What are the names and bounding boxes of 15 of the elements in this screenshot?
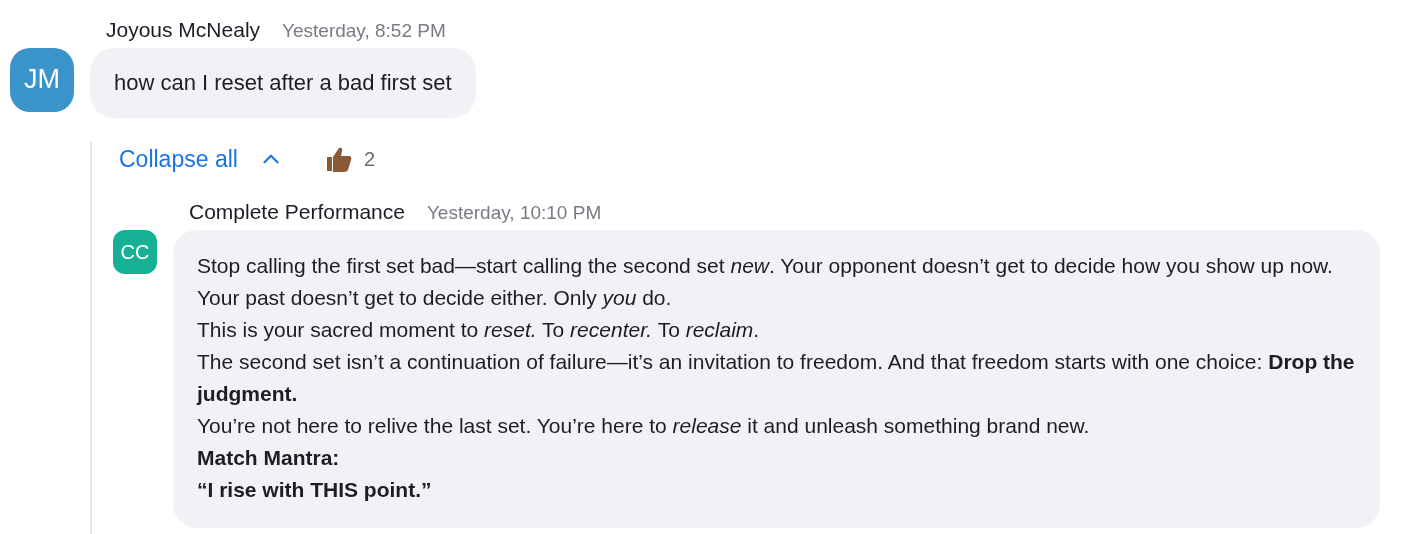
author-name: Joyous McNealy xyxy=(106,17,261,43)
reply-paragraph: This is your sacred moment to reset. To recenter. To reclaim. xyxy=(197,316,761,343)
reply-paragraph: The second set isn’t a continuation of failure—it’s an invitation to freedom. And that freedom starts with one choice: Drop the judgment. xyxy=(197,348,1356,407)
reply-paragraph: You’re not here to relive the last set. You’re here to release it and unleash something brand new. xyxy=(197,412,1091,439)
reaction-button[interactable]: 2 xyxy=(323,143,376,174)
author-name: Complete Performance xyxy=(189,199,405,225)
bot-avatar[interactable]: CC xyxy=(113,229,157,274)
timestamp: Yesterday, 8:52 PM xyxy=(282,19,446,43)
timestamp: Yesterday, 10:10 PM xyxy=(426,201,602,225)
reply-paragraph: Stop calling the first set bad—start calling the second set new. Your opponent doesn’t get to decide how you show up now. Your past doesn’t get to decide either. Only you do. xyxy=(197,252,1334,311)
user-avatar[interactable]: JM xyxy=(10,47,74,112)
collapse-all-button[interactable]: Collapse all xyxy=(119,141,284,176)
message-bubble: how can I reset after a bad first set xyxy=(90,47,476,118)
reply-paragraph: “I rise with THIS point.” xyxy=(197,476,433,503)
reply-paragraph: Match Mantra: xyxy=(197,444,341,471)
